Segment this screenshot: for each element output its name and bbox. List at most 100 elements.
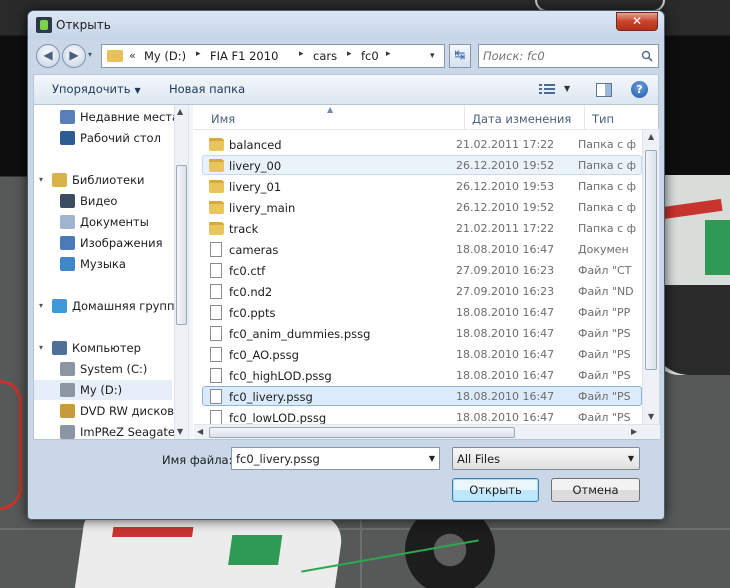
back-button[interactable]: ◀ [36, 44, 60, 68]
chevron-down-icon: ▼ [134, 86, 141, 95]
file-list-horizontal-scrollbar[interactable]: ◀ ▶ [194, 424, 660, 439]
scroll-down-icon[interactable]: ▼ [648, 412, 654, 421]
scroll-up-icon[interactable]: ▲ [177, 107, 183, 116]
file-row[interactable]: fc0.ctf 27.09.2010 16:23 Файл "CT [202, 260, 642, 280]
folder-row[interactable]: livery_01 26.12.2010 19:53 Папка с ф [202, 176, 642, 196]
column-name[interactable]: Имя [211, 112, 235, 126]
sidebar-item[interactable]: Видео [34, 191, 172, 211]
sidebar-item[interactable]: ▾ Компьютер [34, 338, 172, 358]
view-options-icon[interactable] [539, 83, 555, 96]
chevron-down-icon[interactable]: ▼ [429, 454, 435, 463]
forward-button[interactable]: ▶ [62, 44, 86, 68]
cancel-button[interactable]: Отмена [551, 478, 640, 502]
file-row[interactable]: fc0_AO.pssg 18.08.2010 16:47 Файл "PS [202, 344, 642, 364]
folder-row[interactable]: track 21.02.2011 17:22 Папка с ф [202, 218, 642, 238]
view-dropdown-icon[interactable]: ▼ [564, 84, 570, 93]
scrollbar-thumb[interactable] [645, 150, 657, 370]
file-row[interactable]: fc0_livery.pssg 18.08.2010 16:47 Файл "PS [202, 386, 642, 406]
search-box[interactable] [478, 44, 659, 68]
sidebar-item[interactable]: ▾ Библиотеки [34, 170, 172, 190]
help-icon[interactable]: ? [631, 81, 648, 98]
file-type: Файл "PS [578, 411, 631, 424]
file-icon [210, 284, 222, 299]
address-dropdown-icon[interactable]: ▾ [430, 51, 435, 61]
file-date: 21.02.2011 17:22 [456, 138, 555, 151]
overflow-chevron-icon[interactable]: « [129, 49, 136, 62]
folder-row[interactable]: livery_main 26.12.2010 19:52 Папка с ф [202, 197, 642, 217]
breadcrumb-fia[interactable]: FIA F1 2010 [210, 49, 278, 63]
address-bar[interactable]: « My (D:) ▸ FIA F1 2010 ▸ cars ▸ fc0 ▸ ▾ [101, 44, 445, 68]
file-row[interactable]: fc0_anim_dummies.pssg 18.08.2010 16:47 Фай… [202, 323, 642, 343]
navigation-scrollbar[interactable]: ▲ ▼ [174, 105, 188, 439]
sidebar-item[interactable]: Изображения [34, 233, 172, 253]
file-type: Файл "PS [578, 369, 631, 382]
expand-icon[interactable]: ▾ [39, 175, 43, 184]
sort-ascending-icon: ▲ [327, 105, 334, 114]
close-button[interactable]: ✕ [616, 12, 658, 31]
scroll-left-icon[interactable]: ◀ [197, 427, 203, 436]
column-divider[interactable] [584, 105, 585, 130]
file-type: Папка с ф [578, 180, 637, 193]
organize-button[interactable]: Упорядочить ▼ [52, 82, 141, 96]
background-red-curve [0, 380, 22, 510]
pane-splitter[interactable] [188, 105, 193, 439]
expand-icon[interactable]: ▾ [39, 343, 43, 352]
desktop-icon [60, 131, 75, 145]
file-date: 26.12.2010 19:52 [456, 159, 555, 172]
filename-input[interactable] [236, 451, 416, 467]
file-date: 26.12.2010 19:52 [456, 201, 555, 214]
file-date: 18.08.2010 16:47 [456, 327, 555, 340]
preview-pane-icon[interactable] [596, 83, 612, 97]
sidebar-item[interactable]: DVD RW дисково [34, 401, 181, 421]
breadcrumb-separator-icon[interactable]: ▸ [347, 49, 352, 59]
scrollbar-thumb[interactable] [176, 165, 187, 325]
sidebar-item[interactable]: ImPReZ Seagate [34, 422, 175, 439]
sidebar-item[interactable]: My (D:) [34, 380, 172, 400]
filename-combobox[interactable]: ▼ [231, 447, 440, 470]
sidebar-item-label: Видео [80, 194, 118, 208]
sidebar-item[interactable]: Музыка [34, 254, 172, 274]
breadcrumb-separator-icon[interactable]: ▸ [299, 49, 304, 59]
recent-locations-dropdown-icon[interactable]: ▾ [88, 50, 92, 59]
folder-row[interactable]: balanced 21.02.2011 17:22 Папка с ф [202, 134, 642, 154]
file-list-scrollbar[interactable]: ▲ ▼ [642, 130, 659, 424]
sidebar-item-label: System (C:) [80, 362, 148, 376]
open-button[interactable]: Открыть [452, 478, 539, 502]
search-icon[interactable] [641, 50, 653, 62]
breadcrumb-fc0[interactable]: fc0 [361, 49, 379, 63]
file-row[interactable]: fc0.nd2 27.09.2010 16:23 Файл "ND [202, 281, 642, 301]
file-date: 18.08.2010 16:47 [456, 411, 555, 424]
scroll-up-icon[interactable]: ▲ [648, 132, 654, 141]
file-row[interactable]: fc0.ppts 18.08.2010 16:47 Файл "PP [202, 302, 642, 322]
breadcrumb-separator-icon[interactable]: ▸ [386, 49, 391, 59]
search-input[interactable] [483, 48, 633, 64]
file-icon [210, 410, 222, 425]
file-row[interactable]: fc0_highLOD.pssg 18.08.2010 16:47 Файл "PS [202, 365, 642, 385]
scroll-down-icon[interactable]: ▼ [177, 427, 183, 436]
sidebar-item[interactable]: System (C:) [34, 359, 172, 379]
title-bar[interactable]: Открыть ✕ [28, 11, 664, 39]
sidebar-item[interactable]: ▾ Домашняя группа [34, 296, 182, 316]
column-date[interactable]: Дата изменения [472, 112, 571, 126]
column-divider[interactable] [464, 105, 465, 130]
file-row[interactable]: cameras 18.08.2010 16:47 Докумен [202, 239, 642, 259]
file-icon [210, 305, 222, 320]
file-type-select[interactable]: All Files ▼ [452, 447, 640, 470]
folder-row[interactable]: livery_00 26.12.2010 19:52 Папка с ф [202, 155, 642, 175]
file-date: 26.12.2010 19:53 [456, 180, 555, 193]
sidebar-item[interactable]: Недавние места [34, 107, 179, 127]
sidebar-item-label: Рабочий стол [80, 131, 161, 145]
expand-icon[interactable]: ▾ [39, 301, 43, 310]
column-type[interactable]: Тип [592, 112, 614, 126]
breadcrumb-drive[interactable]: My (D:) [144, 49, 186, 63]
sidebar-item[interactable]: Документы [34, 212, 172, 232]
scroll-right-icon[interactable]: ▶ [631, 427, 637, 436]
refresh-button[interactable]: ↹ [449, 44, 471, 68]
scrollbar-thumb[interactable] [209, 427, 515, 438]
breadcrumb-cars[interactable]: cars [313, 49, 337, 63]
breadcrumb-separator-icon[interactable]: ▸ [196, 49, 201, 59]
new-folder-button[interactable]: Новая папка [169, 82, 245, 96]
file-type: Папка с ф [578, 138, 637, 151]
sidebar-item[interactable]: Рабочий стол [34, 128, 172, 148]
chevron-down-icon[interactable]: ▼ [628, 454, 634, 463]
